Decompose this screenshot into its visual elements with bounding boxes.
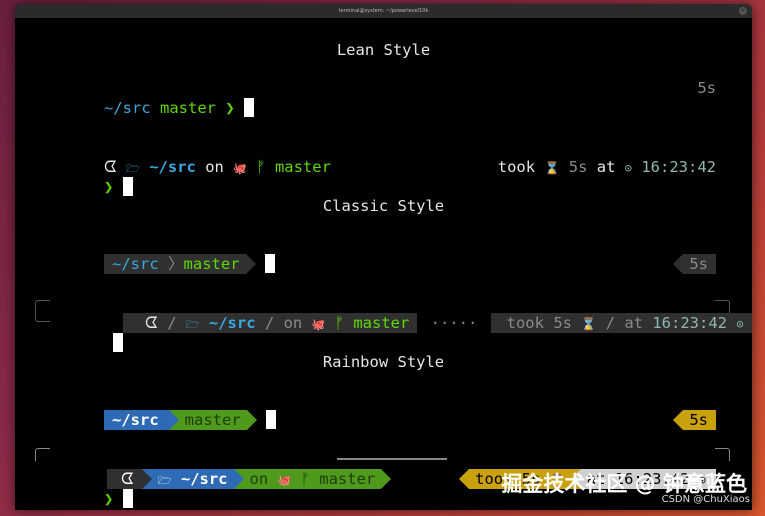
prompt-chevron-icon: ❯ — [104, 178, 114, 196]
lean2-path: ~/src — [149, 158, 196, 176]
lean-prompt-line-1: ~/src master ❯ — [48, 78, 255, 138]
prompt-chevron-icon: ❯ — [104, 490, 114, 508]
lean2-branch: master — [274, 158, 331, 176]
separator-icon: / — [167, 314, 177, 332]
arrow-left-icon — [459, 469, 470, 489]
text-cursor — [244, 98, 255, 117]
git-icon: 🐙 — [233, 162, 247, 175]
terminal-content[interactable]: Lean Style ~/src master ❯ 5s ᗧ 🗁 ~/src o… — [15, 18, 752, 510]
classic-prompt-line-2: ᗧ / 🗁 ~/src / on 🐙 ᚠ master ····· took 5… — [67, 293, 752, 353]
arrow-left-icon — [673, 410, 684, 430]
arrow-right-icon — [381, 469, 392, 489]
rainbow-path: ~/src — [104, 410, 169, 430]
rainbow2-path-segment: 🗁 ~/src — [151, 469, 234, 489]
text-cursor — [264, 254, 275, 273]
hourglass-icon: ⌛ — [581, 317, 597, 331]
text-cursor — [122, 489, 133, 508]
classic-duration: 5s — [683, 254, 716, 274]
lean2-right: took ⌛ 5s at ⊙ 16:23:42 — [442, 137, 716, 198]
lean-path: ~/src — [104, 99, 151, 117]
folder-icon: 🗁 — [185, 318, 200, 331]
separator-icon: 〉 — [168, 255, 184, 273]
watermark-sub: CSDN @ChuXiaos — [661, 494, 750, 505]
git-icon: 🐙 — [277, 474, 292, 487]
folder-icon: 🗁 — [157, 474, 172, 487]
classic-right-1: 5s — [617, 234, 716, 294]
branch-icon: ᚠ — [256, 158, 266, 176]
branch-icon: ᚠ — [300, 470, 310, 488]
arrow-left-icon — [673, 254, 684, 274]
rainbow-duration: 5s — [683, 410, 716, 430]
prompt-chevron-icon: ❯ — [225, 99, 235, 117]
section-title-classic: Classic Style — [322, 197, 445, 215]
lean2-at: at — [596, 158, 616, 176]
separator-icon: / — [605, 314, 615, 332]
rainbow-right-1: 5s — [617, 390, 716, 450]
rainbow2-path: ~/src — [180, 470, 228, 488]
classic2-at: at — [624, 314, 643, 332]
branch-icon: ᚠ — [334, 314, 344, 332]
lean2-took: took — [497, 158, 536, 176]
classic2-branch: master — [353, 314, 410, 332]
classic2-left-segment: ᗧ / 🗁 ~/src / on 🐙 ᚠ master — [123, 313, 418, 333]
window-title: terminal@system: ~/powerlevel10k — [338, 8, 429, 14]
lean-duration: 5s — [697, 79, 716, 97]
rainbow2-branch-segment: on 🐙 ᚠ master — [243, 469, 382, 489]
rainbow-branch: master — [178, 410, 247, 430]
frame-left-bracket — [35, 300, 50, 322]
lean2-duration: 5s — [568, 158, 588, 176]
git-icon: 🐙 — [311, 318, 326, 331]
arrow-right-icon — [246, 410, 257, 430]
clock-icon: ⊙ — [624, 161, 632, 175]
lean2-on: on — [205, 158, 224, 176]
classic2-path: ~/src — [208, 314, 256, 332]
section-title-lean: Lean Style — [336, 41, 431, 59]
rainbow-prompt-line-1: ~/src master — [48, 390, 277, 450]
section-title-rainbow: Rainbow Style — [322, 353, 445, 371]
text-cursor — [266, 410, 277, 429]
lean-branch: master — [160, 99, 217, 117]
arrow-right-icon — [233, 469, 244, 489]
terminal-window: terminal@system: ~/powerlevel10k × Lean … — [15, 4, 752, 510]
classic2-right-segment: took 5s ⌛ / at 16:23:42 ⊙ — [490, 313, 752, 333]
close-icon[interactable]: × — [739, 7, 747, 15]
os-icon: ᗧ — [145, 314, 158, 332]
arrow-right-icon — [168, 410, 179, 430]
separator-icon: / — [264, 314, 275, 332]
filler-dots: ····· — [421, 314, 487, 332]
arrow-right-icon — [245, 254, 256, 274]
classic2-took: took — [506, 314, 544, 332]
text-cursor — [113, 333, 123, 352]
hourglass-icon: ⌛ — [544, 161, 560, 175]
classic-path: ~/src — [112, 255, 159, 273]
classic2-time: 16:23:42 — [652, 314, 727, 332]
rainbow2-on: on — [249, 470, 269, 488]
classic-branch: master — [183, 255, 240, 273]
rainbow2-branch: master — [319, 470, 376, 488]
window-titlebar: terminal@system: ~/powerlevel10k × — [15, 4, 752, 18]
rainbow-second-row: ❯ — [48, 469, 133, 510]
frame-right-bracket — [715, 448, 730, 461]
classic2-duration: 5s — [553, 314, 572, 332]
arrow-right-icon — [141, 469, 152, 489]
classic-left-segment: ~/src 〉master — [104, 254, 246, 274]
text-cursor — [122, 177, 133, 196]
clock-icon: ⊙ — [736, 317, 744, 331]
frame-left-bracket — [35, 448, 50, 461]
classic2-on: on — [283, 314, 303, 332]
lean2-time: 16:23:42 — [641, 158, 716, 176]
classic-prompt-line-1: ~/src 〉master — [48, 234, 275, 294]
